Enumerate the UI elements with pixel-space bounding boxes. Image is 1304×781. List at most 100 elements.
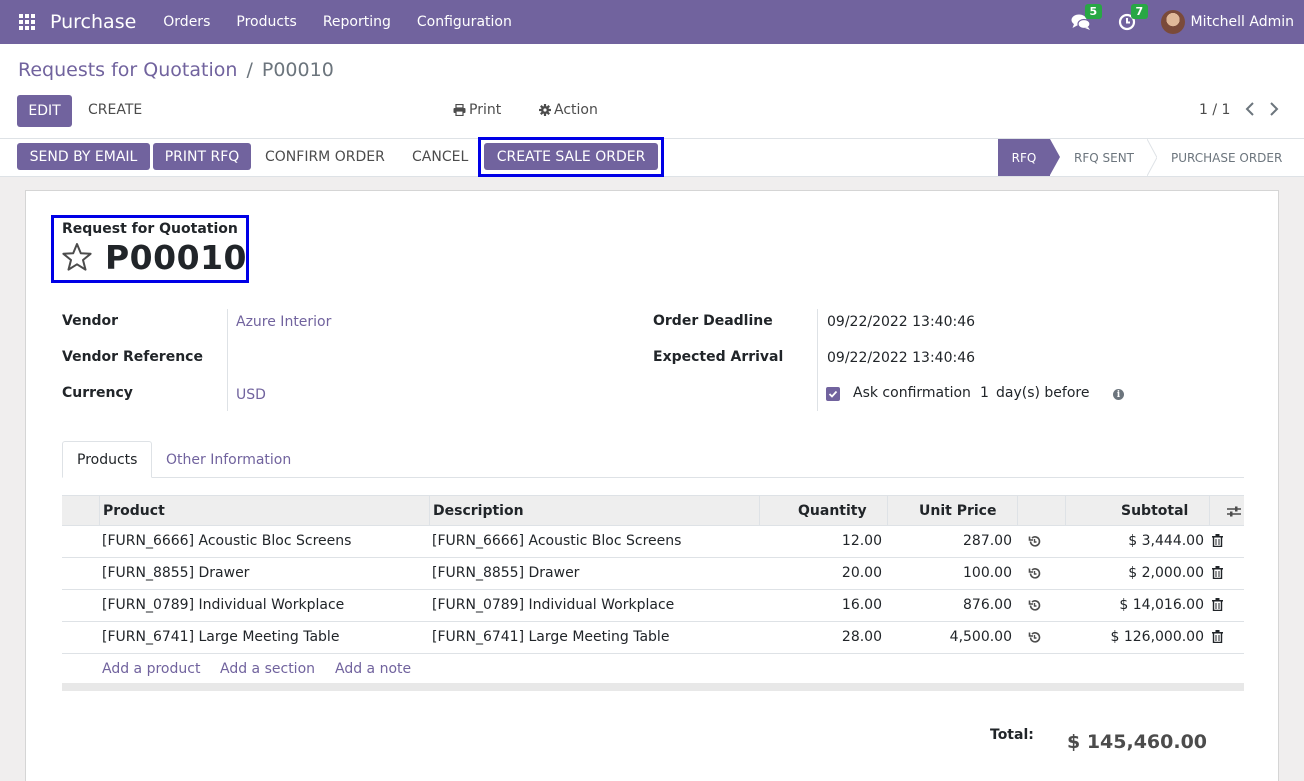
user-avatar[interactable]	[1160, 10, 1185, 34]
status-bar: SEND BY EMAIL PRINT RFQ CONFIRM ORDER CA…	[0, 137, 1304, 177]
pager-previous-button[interactable]	[1243, 101, 1257, 117]
activities-badge: 7	[1130, 4, 1149, 19]
send-by-email-button[interactable]: SEND BY EMAIL	[17, 143, 150, 170]
edit-button[interactable]: EDIT	[17, 95, 72, 127]
cell-description[interactable]: [FURN_0789] Individual Workplace	[432, 597, 674, 613]
menu-reporting[interactable]: Reporting	[310, 14, 404, 30]
expected-arrival-field[interactable]: 09/22/2022 13:40:46	[827, 350, 975, 366]
vendor-field[interactable]: Azure Interior	[236, 314, 331, 330]
print-rfq-button[interactable]: PRINT RFQ	[153, 143, 251, 170]
trash-icon[interactable]	[1212, 534, 1223, 547]
column-separator	[1209, 496, 1210, 525]
table-row[interactable]: [FURN_6666] Acoustic Bloc Screens [FURN_…	[62, 526, 1244, 558]
column-separator	[1065, 496, 1066, 525]
add-note-link[interactable]: Add a note	[335, 661, 411, 677]
cell-quantity[interactable]: 12.00	[762, 533, 882, 549]
action-button[interactable]: Action	[539, 102, 598, 118]
create-button[interactable]: CREATE	[88, 102, 142, 118]
apps-menu-icon[interactable]	[19, 14, 35, 30]
column-quantity[interactable]: Quantity	[798, 503, 867, 519]
tab-products[interactable]: Products	[62, 441, 152, 478]
trash-icon[interactable]	[1212, 598, 1223, 611]
column-separator	[99, 496, 100, 525]
info-icon[interactable]: i	[1113, 389, 1124, 400]
history-icon[interactable]	[1028, 535, 1041, 548]
table-row[interactable]: [FURN_0789] Individual Workplace [FURN_0…	[62, 590, 1244, 622]
tab-other-information[interactable]: Other Information	[152, 441, 305, 478]
breadcrumb-parent[interactable]: Requests for Quotation	[18, 59, 237, 81]
optional-columns-icon[interactable]	[1226, 505, 1242, 518]
top-navbar: Purchase Orders Products Reporting Confi…	[0, 0, 1304, 44]
cell-unit-price[interactable]: 287.00	[892, 533, 1012, 549]
add-product-link[interactable]: Add a product	[102, 661, 200, 677]
column-separator	[1017, 496, 1018, 525]
menu-configuration[interactable]: Configuration	[404, 14, 525, 30]
cancel-button[interactable]: CANCEL	[412, 149, 468, 165]
cell-product[interactable]: [FURN_8855] Drawer	[102, 565, 249, 581]
total-amount: $ 145,460.00	[1067, 731, 1208, 753]
table-row[interactable]: [FURN_8855] Drawer [FURN_8855] Drawer 20…	[62, 558, 1244, 590]
menu-products[interactable]: Products	[223, 14, 309, 30]
table-row[interactable]: [FURN_6741] Large Meeting Table [FURN_67…	[62, 622, 1244, 654]
app-name[interactable]: Purchase	[50, 11, 136, 33]
table-header: Product Description Quantity Unit Price …	[62, 495, 1244, 526]
column-subtotal[interactable]: Subtotal	[1121, 503, 1188, 519]
cell-quantity[interactable]: 16.00	[762, 597, 882, 613]
chevron-right-icon	[1270, 102, 1279, 116]
vendor-label: Vendor	[62, 313, 119, 329]
order-name: P00010	[105, 238, 247, 277]
chevron-left-icon	[1245, 102, 1254, 116]
star-icon[interactable]	[61, 242, 93, 272]
cell-unit-price[interactable]: 876.00	[892, 597, 1012, 613]
pager-value[interactable]: 1 / 1	[1199, 102, 1230, 118]
order-deadline-field[interactable]: 09/22/2022 13:40:46	[827, 314, 975, 330]
cell-product[interactable]: [FURN_6741] Large Meeting Table	[102, 629, 339, 645]
reminder-days-field[interactable]: 1	[980, 385, 989, 401]
order-deadline-label: Order Deadline	[653, 313, 773, 329]
cell-unit-price[interactable]: 100.00	[892, 565, 1012, 581]
print-button[interactable]: Print	[453, 102, 501, 118]
breadcrumb-current: P00010	[261, 59, 334, 81]
table-footer	[62, 683, 1244, 691]
history-icon[interactable]	[1028, 567, 1041, 580]
cell-product[interactable]: [FURN_6666] Acoustic Bloc Screens	[102, 533, 351, 549]
confirm-order-button[interactable]: CONFIRM ORDER	[265, 149, 385, 165]
print-icon	[453, 104, 466, 116]
user-name[interactable]: Mitchell Admin	[1191, 14, 1295, 30]
history-icon[interactable]	[1028, 599, 1041, 612]
field-divider	[227, 309, 228, 411]
cell-subtotal: $ 2,000.00	[1128, 565, 1204, 581]
trash-icon[interactable]	[1212, 566, 1223, 579]
column-unit-price[interactable]: Unit Price	[919, 503, 996, 519]
column-separator	[759, 496, 760, 525]
print-label: Print	[469, 102, 502, 118]
cell-description[interactable]: [FURN_6741] Large Meeting Table	[432, 629, 669, 645]
field-divider	[817, 309, 818, 411]
cell-unit-price[interactable]: 4,500.00	[892, 629, 1012, 645]
cell-description[interactable]: [FURN_6666] Acoustic Bloc Screens	[432, 533, 681, 549]
stage-rfq[interactable]: RFQ	[998, 139, 1060, 176]
notebook-tabs: Products Other Information	[62, 441, 1244, 478]
column-description[interactable]: Description	[433, 503, 524, 519]
pager-next-button[interactable]	[1267, 101, 1281, 117]
cell-quantity[interactable]: 20.00	[762, 565, 882, 581]
expected-arrival-label: Expected Arrival	[653, 349, 784, 365]
control-panel: Requests for Quotation / P00010 EDIT CRE…	[0, 44, 1304, 139]
ask-confirmation-label: Ask confirmation	[853, 385, 971, 401]
messages-button[interactable]: 5	[1069, 4, 1103, 34]
history-icon[interactable]	[1028, 631, 1041, 644]
column-product[interactable]: Product	[103, 503, 165, 519]
check-icon	[828, 390, 838, 398]
menu-orders[interactable]: Orders	[150, 14, 223, 30]
add-section-link[interactable]: Add a section	[220, 661, 315, 677]
stage-purchase-order[interactable]: PURCHASE ORDER	[1171, 139, 1282, 176]
cell-description[interactable]: [FURN_8855] Drawer	[432, 565, 579, 581]
ask-confirmation-checkbox[interactable]	[826, 387, 840, 401]
currency-field[interactable]: USD	[236, 387, 266, 403]
column-separator	[887, 496, 888, 525]
cell-product[interactable]: [FURN_0789] Individual Workplace	[102, 597, 344, 613]
trash-icon[interactable]	[1212, 630, 1223, 643]
stage-rfq-sent[interactable]: RFQ SENT	[1074, 139, 1134, 176]
cell-quantity[interactable]: 28.00	[762, 629, 882, 645]
activities-button[interactable]: 7	[1115, 4, 1149, 34]
